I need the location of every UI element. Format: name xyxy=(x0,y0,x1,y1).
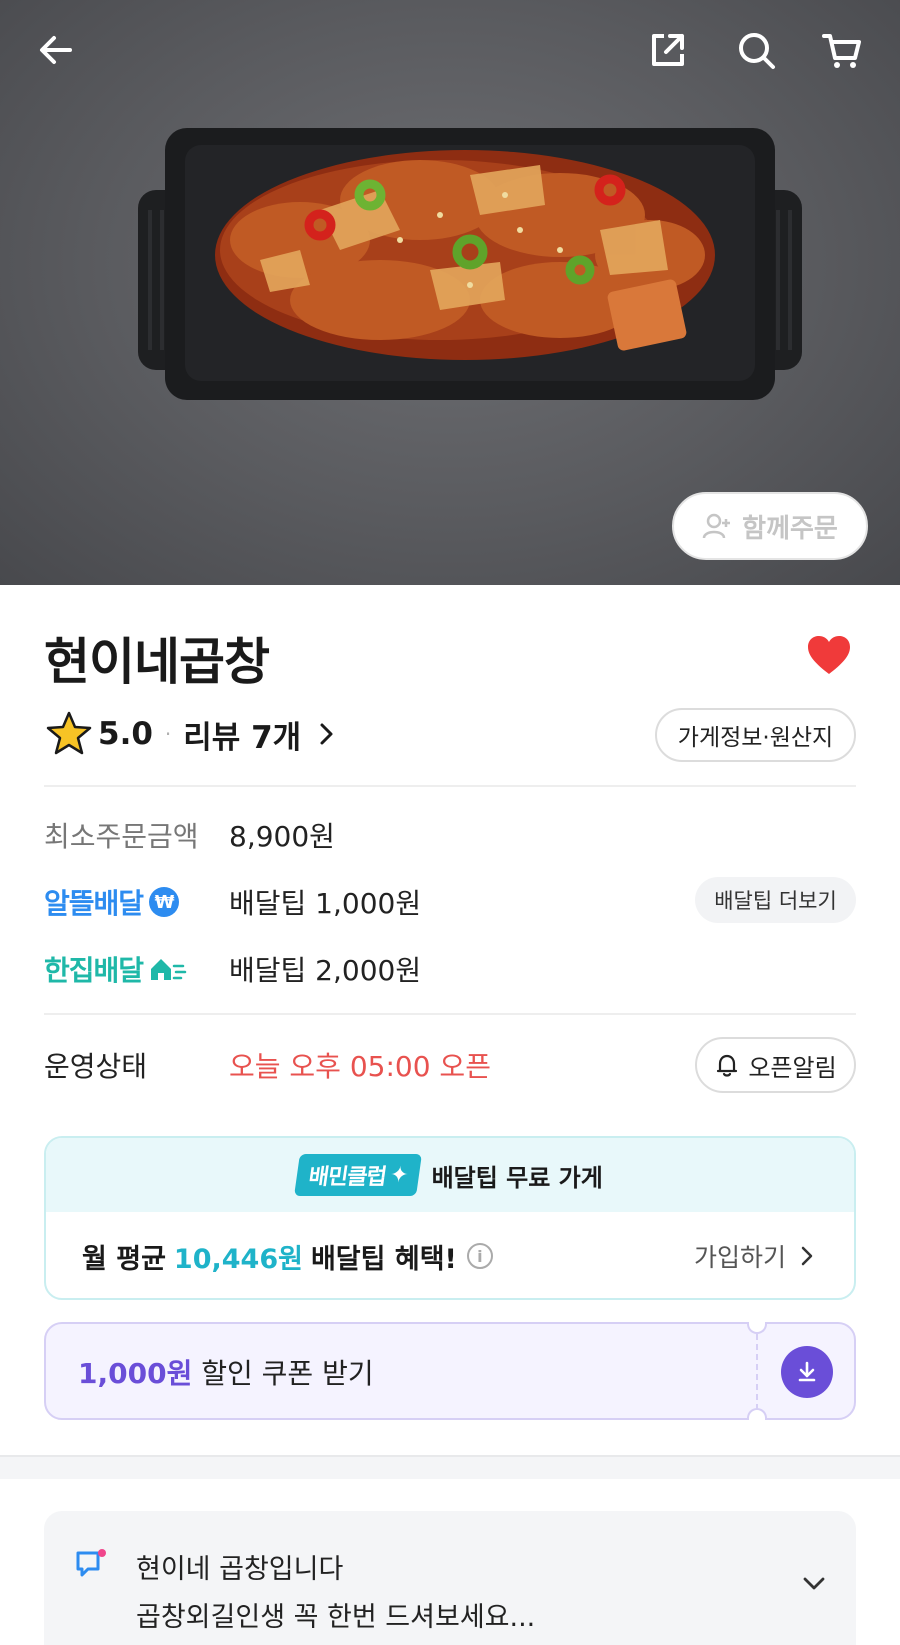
star-icon xyxy=(46,711,92,755)
saver-delivery-value: 배달팁 1,000원 xyxy=(229,887,422,920)
back-button[interactable] xyxy=(28,22,84,78)
add-person-icon xyxy=(702,513,731,539)
share-icon xyxy=(652,34,684,66)
search-icon xyxy=(739,33,775,69)
min-order-label: 최소주문금액 xyxy=(44,820,199,853)
club-join-link[interactable]: 가입하기 xyxy=(694,1238,818,1274)
review-count-label: 리뷰 7개 xyxy=(183,719,302,756)
club-header: 배민클럽 ✦ 배달팁 무료 가게 xyxy=(46,1138,854,1212)
saver-delivery-text: 알뜰배달 xyxy=(44,887,144,920)
coupon-divider xyxy=(756,1324,758,1420)
saver-delivery-label: 알뜰배달 ₩ xyxy=(44,882,180,922)
coupon-download-button[interactable] xyxy=(781,1346,833,1398)
bell-icon xyxy=(717,1054,738,1077)
rating-value: 5.0 xyxy=(98,716,153,752)
favorite-heart-icon[interactable] xyxy=(806,634,852,676)
coupon-amount: 1,000원 xyxy=(78,1357,193,1390)
info-icon[interactable]: i xyxy=(466,1243,493,1269)
together-order-button[interactable]: 함께주문 xyxy=(672,492,868,560)
chevron-down-icon[interactable] xyxy=(800,1569,828,1597)
speech-bubble-icon xyxy=(76,1549,106,1577)
notice-body: 곱창외길인생 꼭 한번 드셔보세요... xyxy=(136,1602,536,1633)
separator-dot: · xyxy=(164,722,172,746)
club-benefit: 월 평균 10,446원 배달팁 혜택! i xyxy=(82,1237,493,1276)
section-divider xyxy=(0,1455,900,1479)
open-alarm-button[interactable]: 오픈알림 xyxy=(695,1037,856,1093)
single-delivery-value: 배달팁 2,000원 xyxy=(229,954,422,987)
review-link[interactable]: 리뷰 7개 xyxy=(183,712,339,757)
status-label: 운영상태 xyxy=(44,1050,148,1083)
search-button[interactable] xyxy=(728,22,784,78)
store-name: 현이네곱창 xyxy=(44,633,270,691)
club-header-text: 배달팁 무료 가게 xyxy=(431,1163,603,1192)
sparkle-icon: ✦ xyxy=(388,1162,410,1188)
share-button[interactable] xyxy=(640,22,696,78)
notice-title: 현이네 곱창입니다 xyxy=(136,1554,344,1585)
arrow-left-icon xyxy=(40,36,72,64)
benefit-amount: 10,446원 xyxy=(173,1243,303,1275)
club-badge-text: 배민클럽 xyxy=(307,1165,388,1190)
club-body: 월 평균 10,446원 배달팁 혜택! i 가입하기 xyxy=(46,1212,854,1298)
download-icon xyxy=(798,1361,816,1382)
coupon-label: 할인 쿠폰 받기 xyxy=(201,1357,374,1390)
divider xyxy=(44,1013,856,1015)
coupon-notch xyxy=(747,1408,767,1420)
more-delivery-tip-button[interactable]: 배달팁 더보기 xyxy=(695,877,856,923)
benefit-prefix: 월 평균 xyxy=(82,1243,166,1275)
club-badge: 배민클럽 ✦ xyxy=(294,1154,423,1196)
single-delivery-label: 한집배달 xyxy=(44,949,187,989)
coupon-notch xyxy=(747,1322,767,1334)
benefit-suffix: 배달팁 혜택! xyxy=(310,1243,457,1275)
baemin-club-card[interactable]: 배민클럽 ✦ 배달팁 무료 가게 월 평균 10,446원 배달팁 혜택! i … xyxy=(44,1136,856,1300)
chevron-right-icon xyxy=(320,723,333,745)
coupon-text: 1,000원 할인 쿠폰 받기 xyxy=(78,1352,374,1392)
together-order-label: 함께주문 xyxy=(742,513,838,544)
store-info-button[interactable]: 가게정보·원산지 xyxy=(655,708,856,762)
open-alarm-label: 오픈알림 xyxy=(748,1053,837,1082)
store-hero-image: 함께주문 xyxy=(0,0,900,585)
single-delivery-text: 한집배달 xyxy=(44,954,144,987)
status-value: 오늘 오후 05:00 오픈 xyxy=(229,1050,491,1083)
won-badge-icon: ₩ xyxy=(149,887,180,917)
join-label: 가입하기 xyxy=(693,1243,786,1272)
min-order-value: 8,900원 xyxy=(229,820,335,853)
coupon-download[interactable]: 1,000원 할인 쿠폰 받기 xyxy=(44,1322,856,1420)
cart-button[interactable] xyxy=(814,22,870,78)
store-notice[interactable]: 현이네 곱창입니다 곱창외길인생 꼭 한번 드셔보세요... xyxy=(44,1511,856,1645)
cart-icon xyxy=(822,34,861,68)
chevron-right-icon xyxy=(801,1246,813,1266)
divider xyxy=(44,785,856,787)
house-speed-icon xyxy=(151,959,187,980)
rating-row: 5.0 · 리뷰 7개 xyxy=(44,706,339,762)
